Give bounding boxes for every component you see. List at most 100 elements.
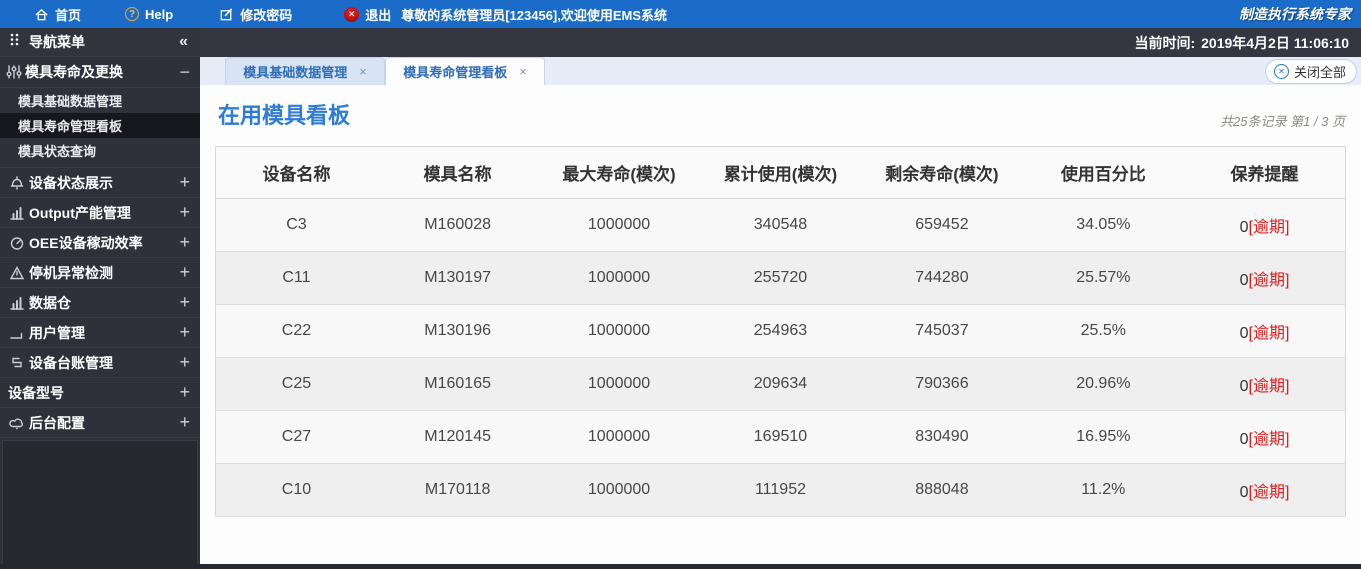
secondary-bar: 导航菜单 « 当前时间: 2019年4月2日 11:06:10 (0, 28, 1361, 57)
close-all-tabs-button[interactable]: ✕ 关闭全部 (1264, 59, 1357, 84)
sidebar-item-user-management[interactable]: 用户管理 + (0, 318, 200, 348)
cell-used: 340548 (699, 198, 862, 252)
tab-close-icon[interactable]: × (359, 64, 367, 79)
table-row[interactable]: C10 M170118 1000000 111952 888048 11.2% … (215, 463, 1346, 517)
cell-percent: 25.5% (1022, 304, 1185, 358)
cell-maintenance: 0[逾期] (1184, 463, 1346, 517)
expand-plus-icon[interactable]: + (179, 352, 190, 373)
bottom-frame-strip (0, 564, 1361, 569)
cell-device: C3 (215, 198, 377, 252)
record-count-info: 共25条记录 第1 / 3 页 (1220, 114, 1345, 129)
sidebar-item-equipment-model[interactable]: 设备型号 + (0, 378, 200, 408)
cell-device: C27 (215, 410, 377, 464)
sidebar-item-mold-status-query[interactable]: 模具状态查询 (0, 138, 200, 163)
link-icon (8, 354, 25, 371)
table-row[interactable]: C25 M160165 1000000 209634 790366 20.96%… (215, 357, 1346, 411)
sidebar-item-oee-efficiency[interactable]: OEE设备稼动效率 + (0, 228, 200, 258)
sidebar-item-downtime-detection[interactable]: 停机异常检测 + (0, 258, 200, 288)
sidebar-item-mold-life-dashboard[interactable]: 模具寿命管理看板 (0, 113, 200, 138)
menu-dots-icon (8, 32, 21, 52)
cell-mold: M160028 (376, 198, 539, 252)
bell-icon (8, 174, 25, 191)
expand-plus-icon[interactable]: + (179, 292, 190, 313)
sub-item-label: 模具寿命管理看板 (18, 119, 123, 134)
cell-max-life: 1000000 (538, 304, 700, 358)
sub-item-label: 模具状态查询 (18, 144, 97, 159)
cell-max-life: 1000000 (538, 463, 700, 517)
tab-mold-life-dashboard[interactable]: 模具寿命管理看板 × (385, 57, 545, 85)
sub-item-label: 模具基础数据管理 (18, 94, 123, 109)
tab-close-icon[interactable]: × (519, 64, 527, 79)
expand-plus-icon[interactable]: + (179, 262, 190, 283)
sidebar-header: 导航菜单 « (0, 28, 200, 57)
sidebar-group-mold-life[interactable]: 模具寿命及更换 − (0, 57, 200, 88)
tab-label: 模具寿命管理看板 (403, 65, 508, 80)
sidebar-item-mold-basic-data[interactable]: 模具基础数据管理 (0, 88, 200, 113)
help-button[interactable]: ? Help (125, 7, 173, 22)
cell-device: C22 (215, 304, 377, 358)
tab-label: 模具基础数据管理 (243, 65, 348, 80)
sidebar-item-label: 用户管理 (29, 324, 85, 341)
app-root: { "topbar": { "home": "首页", "help": "Hel… (0, 0, 1361, 569)
table-row[interactable]: C27 M120145 1000000 169510 830490 16.95%… (215, 410, 1346, 464)
cell-percent: 25.57% (1022, 251, 1185, 305)
dashboard-content: 在用模具看板 共25条记录 第1 / 3 页 设备名称 模具名称 最大寿命(模次… (200, 85, 1361, 564)
cell-remaining: 744280 (861, 251, 1023, 305)
table-row[interactable]: C11 M130197 1000000 255720 744280 25.57%… (215, 251, 1346, 305)
maintenance-count: 0 (1239, 484, 1249, 501)
expand-plus-icon[interactable]: + (179, 202, 190, 223)
home-icon (34, 7, 49, 22)
current-time-bar: 当前时间: 2019年4月2日 11:06:10 (200, 28, 1361, 57)
expand-plus-icon[interactable]: + (179, 322, 190, 343)
sidebar-item-label: 设备型号 (8, 384, 64, 401)
logout-label: 退出 (365, 7, 392, 23)
sidebar-item-label: OEE设备稼动效率 (29, 234, 143, 251)
bar-chart-icon (8, 204, 25, 221)
home-button[interactable]: 首页 (34, 5, 81, 24)
tab-mold-basic-data[interactable]: 模具基础数据管理 × (225, 57, 385, 85)
logout-button[interactable]: ✕ 退出 (344, 5, 391, 24)
expand-plus-icon[interactable]: + (179, 382, 190, 403)
change-password-label: 修改密码 (240, 7, 293, 23)
col-maintenance: 保养提醒 (1184, 146, 1346, 199)
sidebar-item-equipment-ledger[interactable]: 设备台账管理 + (0, 348, 200, 378)
cell-max-life: 1000000 (538, 357, 700, 411)
close-all-icon: ✕ (1273, 64, 1289, 79)
table-row[interactable]: C22 M130196 1000000 254963 745037 25.5% … (215, 304, 1346, 358)
gauge-icon (8, 234, 25, 251)
cell-max-life: 1000000 (538, 410, 700, 464)
collapse-minus-icon[interactable]: − (179, 62, 190, 83)
overdue-tag: [逾期] (1248, 272, 1290, 289)
sidebar-item-data-warehouse[interactable]: 数据仓 + (0, 288, 200, 318)
cell-percent: 34.05% (1022, 198, 1185, 252)
page-title: 在用模具看板 (218, 103, 351, 128)
sidebar-item-output-capacity[interactable]: Output产能管理 + (0, 198, 200, 228)
cell-maintenance: 0[逾期] (1184, 251, 1346, 305)
expand-plus-icon[interactable]: + (179, 232, 190, 253)
sidebar-item-label: 设备状态展示 (29, 174, 113, 191)
sidebar-item-backend-config[interactable]: 后台配置 + (0, 408, 200, 438)
top-menu-bar: 首页 ? Help 修改密码 ✕ 退出 尊敬的系统管理员[123456],欢迎使… (0, 0, 1361, 28)
close-all-label: 关闭全部 (1293, 65, 1346, 80)
col-used: 累计使用(模次) (699, 146, 862, 199)
col-percent: 使用百分比 (1022, 146, 1185, 199)
expand-plus-icon[interactable]: + (179, 412, 190, 433)
sliders-icon (5, 64, 22, 81)
overdue-tag: [逾期] (1248, 378, 1290, 395)
tab-strip: 模具基础数据管理 × 模具寿命管理看板 × ✕ 关闭全部 (200, 57, 1361, 85)
expand-plus-icon[interactable]: + (179, 172, 190, 193)
maintenance-count: 0 (1239, 378, 1249, 395)
warning-triangle-icon (8, 264, 25, 281)
current-time-label: 当前时间: (1134, 34, 1196, 51)
table-row[interactable]: C3 M160028 1000000 340548 659452 34.05% … (215, 198, 1346, 252)
sidebar-filler-panel (2, 440, 198, 567)
cell-device: C10 (215, 463, 377, 517)
change-password-button[interactable]: 修改密码 (219, 5, 292, 24)
maintenance-count: 0 (1239, 431, 1249, 448)
welcome-message: 尊敬的系统管理员[123456],欢迎使用EMS系统 (401, 7, 668, 23)
sidebar-item-equipment-status[interactable]: 设备状态展示 + (0, 168, 200, 198)
col-device-name: 设备名称 (215, 146, 377, 199)
cell-percent: 20.96% (1022, 357, 1185, 411)
collapse-sidebar-icon[interactable]: « (179, 33, 188, 51)
cell-maintenance: 0[逾期] (1184, 304, 1346, 358)
